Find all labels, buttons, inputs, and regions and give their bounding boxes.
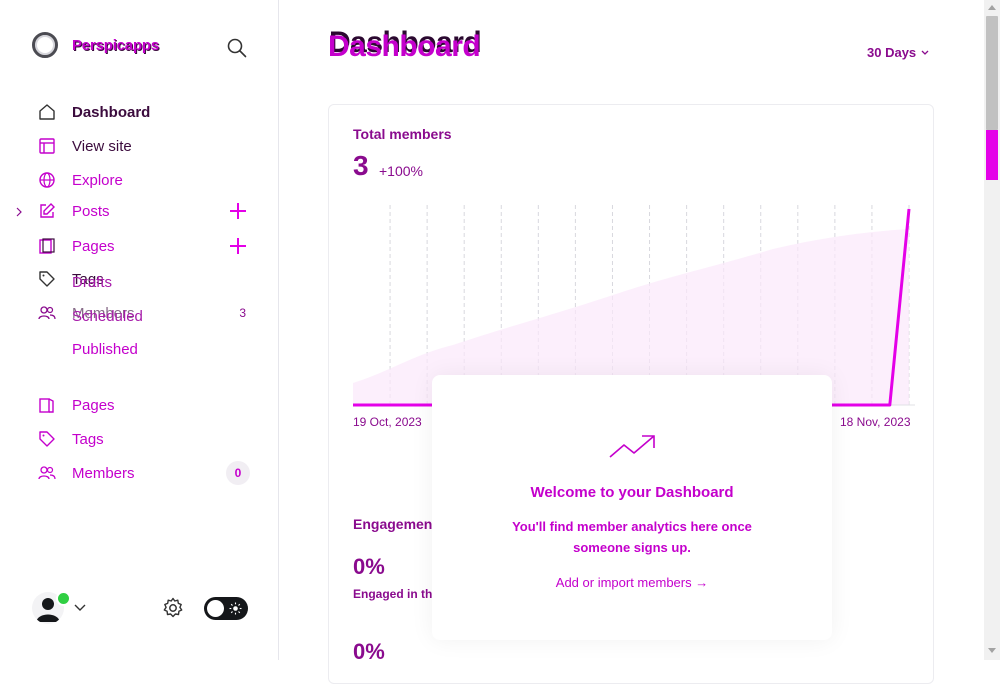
- brand-logo: [32, 32, 58, 58]
- sun-icon: [229, 602, 242, 615]
- online-status-dot: [56, 591, 71, 606]
- members-count: 3: [239, 306, 246, 320]
- scrollbar-thumb[interactable]: [986, 16, 998, 130]
- chevron-right-icon[interactable]: [14, 205, 24, 219]
- sidebar-subitem-published[interactable]: Published: [72, 341, 138, 358]
- welcome-title: Welcome to your Dashboard: [530, 484, 734, 501]
- pages-icon: [39, 238, 55, 254]
- engagement-label: Engagement: [353, 516, 438, 532]
- members-icon: [38, 306, 56, 320]
- sidebar-item-label: Pages: [72, 396, 115, 414]
- sidebar-item-tags[interactable]: Tags Drafts: [38, 266, 250, 292]
- sidebar-item-label: Members: [72, 464, 135, 482]
- chevron-down-icon[interactable]: [73, 602, 87, 612]
- sidebar-item-members-secondary[interactable]: Members 0: [38, 460, 250, 486]
- tag-icon: [39, 271, 55, 287]
- sidebar-item-dashboard[interactable]: Dashboard: [38, 99, 250, 125]
- add-members-link[interactable]: Add or import members →: [432, 575, 832, 590]
- chart-end-date: 18 Nov, 2023: [840, 415, 911, 429]
- pages-icon: [39, 398, 54, 413]
- welcome-description: You'll find member analytics here once s…: [512, 519, 752, 555]
- sidebar-item-label: Pages: [72, 237, 115, 255]
- globe-icon: [39, 172, 55, 188]
- date-range-select[interactable]: 30 Days: [867, 45, 930, 60]
- sidebar-item-pages[interactable]: Pages: [38, 233, 250, 259]
- sidebar-item-label: Dashboard: [72, 103, 151, 121]
- scrollbar[interactable]: [984, 0, 1000, 660]
- welcome-panel: Welcome to your Dashboard You'll find me…: [432, 375, 832, 640]
- brand-name: Perspicapps: [72, 36, 160, 54]
- total-members-change: +100%: [379, 163, 423, 179]
- home-icon: [39, 104, 55, 120]
- date-range-label: 30 Days: [867, 45, 917, 60]
- engagement-value: 0%: [353, 554, 385, 579]
- theme-toggle[interactable]: [204, 597, 248, 620]
- sidebar-item-label: Tags: [72, 430, 104, 448]
- sidebar-item-tags-secondary[interactable]: Tags: [38, 426, 250, 452]
- total-members-label: Total members: [353, 126, 452, 142]
- plus-icon[interactable]: [228, 236, 248, 256]
- sidebar-item-members[interactable]: Members Scheduled 3: [38, 300, 250, 326]
- layout-icon: [39, 138, 55, 154]
- sidebar: Perspicapps Dashboard View site Explore …: [0, 0, 279, 660]
- sidebar-subitem-drafts[interactable]: Drafts: [72, 274, 112, 291]
- gear-icon[interactable]: [161, 596, 185, 620]
- edit-icon: [40, 203, 55, 218]
- sidebar-item-label: View site: [72, 137, 132, 155]
- plus-icon[interactable]: [228, 201, 248, 221]
- tag-icon: [39, 431, 55, 447]
- sidebar-subitem-scheduled[interactable]: Scheduled: [72, 308, 143, 325]
- toggle-knob: [207, 600, 224, 617]
- brand[interactable]: Perspicapps: [32, 32, 159, 58]
- search-icon[interactable]: [226, 37, 248, 59]
- chart-start-date: 19 Oct, 2023: [353, 415, 422, 429]
- chevron-down-icon: [921, 50, 929, 55]
- scrollbar-accent: [986, 130, 998, 180]
- sidebar-item-explore[interactable]: Explore: [38, 167, 250, 193]
- sidebar-item-label: Explore: [72, 171, 123, 189]
- sidebar-item-view-site[interactable]: View site: [38, 133, 250, 159]
- sidebar-item-posts[interactable]: Posts: [38, 198, 250, 224]
- sidebar-item-label: Posts: [72, 202, 110, 220]
- sidebar-item-pages-secondary[interactable]: Pages: [38, 392, 250, 418]
- total-members-value: 3: [353, 150, 369, 181]
- members-icon: [38, 466, 56, 480]
- scroll-down-icon[interactable]: [988, 648, 996, 654]
- engagement-value-secondary: 0%: [353, 639, 385, 664]
- members-count-badge: 0: [226, 461, 250, 485]
- scroll-up-icon[interactable]: [988, 4, 996, 10]
- trending-up-icon: [609, 435, 655, 458]
- page-title: Dashboard: [328, 30, 481, 63]
